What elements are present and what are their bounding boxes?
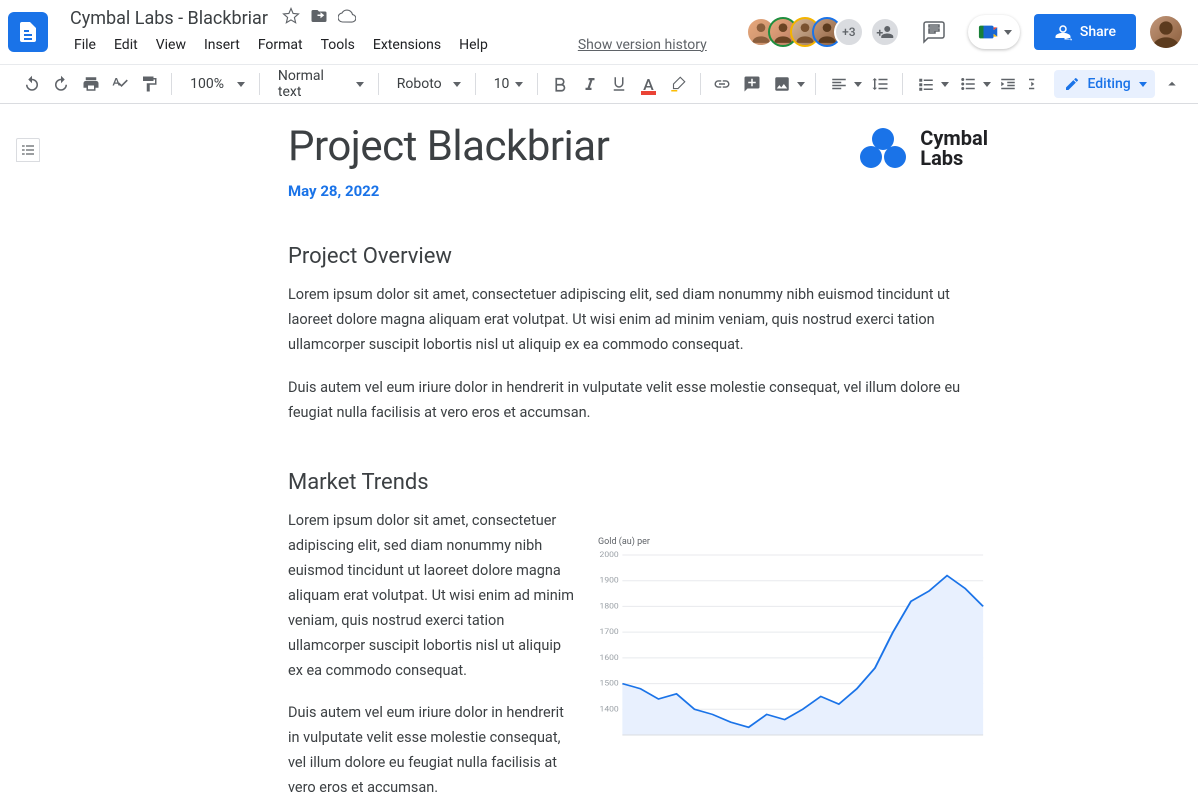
account-avatar[interactable] [1150,16,1182,48]
menubar: File Edit View Insert Format Tools Exten… [66,33,707,57]
body-paragraph: Duis autem vel eum iriure dolor in hendr… [288,376,988,426]
svg-text:2000: 2000 [600,551,619,559]
font-size-value: 10 [494,76,510,92]
svg-text:1500: 1500 [600,679,619,687]
zoom-value: 100% [190,76,224,92]
paint-format-icon[interactable] [136,70,163,98]
body-paragraph: Duis autem vel eum iriure dolor in hendr… [288,701,578,798]
document-page[interactable]: Project Blackbriar May 28, 2022 Cymbal L… [288,124,988,798]
line-spacing-icon[interactable] [866,70,893,98]
highlight-icon[interactable] [664,70,691,98]
menu-format[interactable]: Format [250,33,311,57]
document-title: Project Blackbriar [288,124,609,170]
share-button[interactable]: Share [1034,14,1136,50]
menu-help[interactable]: Help [451,33,496,57]
section-heading: Project Overview [288,244,988,269]
italic-icon[interactable] [576,70,603,98]
align-dropdown[interactable] [824,70,864,98]
increase-indent-icon[interactable] [1024,70,1051,98]
print-icon[interactable] [77,70,104,98]
insert-image-dropdown[interactable] [767,70,807,98]
font-value: Roboto [397,76,442,92]
paragraph-style-dropdown[interactable]: Normal text [268,70,370,98]
add-comment-icon[interactable] [738,70,765,98]
brand-logo-text-1: Cymbal [920,128,988,148]
star-icon[interactable] [282,7,300,29]
brand-logo: Cymbal Labs [858,128,988,168]
brand-logo-mark [858,128,908,168]
brand-logo-text-2: Labs [920,148,988,168]
embedded-chart[interactable]: Gold (au) per 1400 1500 1600 1700 1800 1900 20… [598,537,988,755]
font-size-dropdown[interactable]: 10 [484,70,530,98]
body-paragraph: Lorem ipsum dolor sit amet, consectetuer… [288,509,578,684]
menu-extensions[interactable]: Extensions [365,33,449,57]
cloud-saved-icon[interactable] [338,7,356,29]
insert-link-icon[interactable] [708,70,735,98]
undo-icon[interactable] [18,70,45,98]
caret-down-icon [1004,30,1012,35]
svg-text:1600: 1600 [600,653,619,661]
collapse-toolbar-icon[interactable] [1159,70,1186,98]
doc-title[interactable]: Cymbal Labs - Blackbriar [66,6,272,31]
mode-dropdown[interactable]: Editing [1054,70,1155,98]
meet-button[interactable] [968,15,1020,49]
comment-history-icon[interactable] [914,12,954,52]
svg-text:1700: 1700 [600,628,619,636]
bold-icon[interactable] [546,70,573,98]
svg-text:1900: 1900 [600,576,619,584]
decrease-indent-icon[interactable] [995,70,1022,98]
svg-text:1400: 1400 [600,705,619,713]
style-value: Normal text [278,68,350,100]
underline-icon[interactable] [605,70,632,98]
document-date: May 28, 2022 [288,182,609,200]
move-icon[interactable] [310,7,328,29]
presence-stack[interactable]: +3 [754,17,900,47]
menu-insert[interactable]: Insert [196,33,248,57]
add-collaborator-icon[interactable] [870,17,900,47]
menu-tools[interactable]: Tools [313,33,363,57]
zoom-dropdown[interactable]: 100% [180,70,251,98]
svg-text:1800: 1800 [600,602,619,610]
spellcheck-icon[interactable] [106,70,133,98]
bulleted-list-dropdown[interactable] [953,70,993,98]
menu-file[interactable]: File [66,33,104,57]
docs-app-icon[interactable] [8,12,48,52]
avatar-more[interactable]: +3 [834,17,864,47]
text-color-icon[interactable]: A [635,70,662,98]
chart-title: Gold (au) per [598,537,988,547]
font-dropdown[interactable]: Roboto [387,70,467,98]
version-history-link[interactable]: Show version history [578,37,707,53]
redo-icon[interactable] [47,70,74,98]
checklist-dropdown[interactable] [911,70,951,98]
body-paragraph: Lorem ipsum dolor sit amet, consectetuer… [288,283,988,358]
share-label: Share [1080,24,1116,40]
section-heading: Market Trends [288,470,988,495]
mode-label: Editing [1088,76,1131,92]
menu-view[interactable]: View [148,33,194,57]
menu-edit[interactable]: Edit [106,33,146,57]
outline-toggle-icon[interactable] [16,138,40,162]
